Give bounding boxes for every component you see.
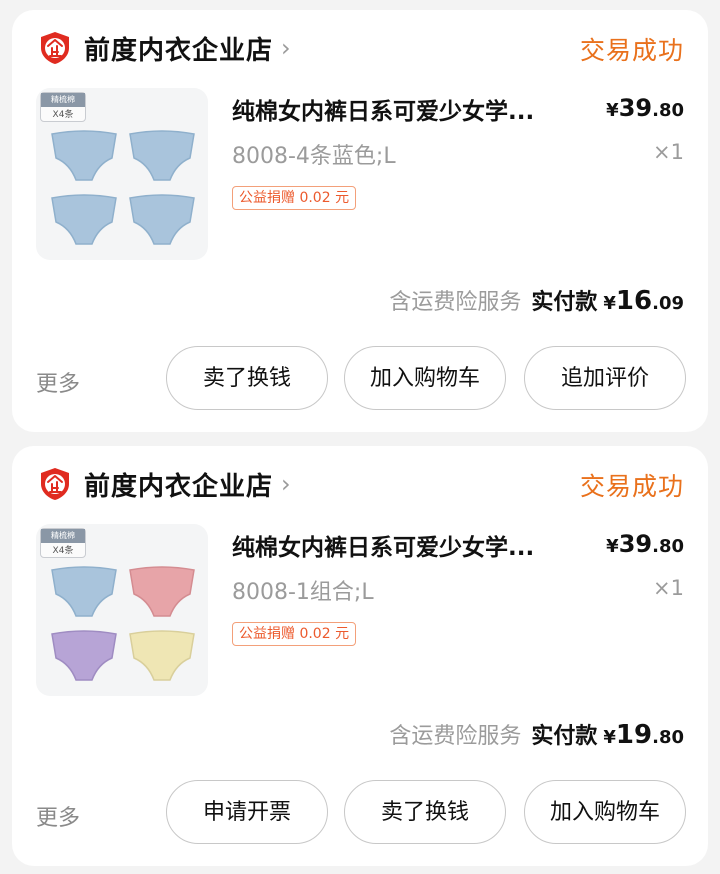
- product-title[interactable]: 纯棉女内裤日系可爱少女学...: [232, 92, 598, 126]
- garment-graphic: [129, 630, 195, 681]
- paid-label: 实付款: [531, 290, 598, 315]
- order-status: 交易成功: [579, 36, 684, 65]
- add-review-button[interactable]: 追加评价: [524, 346, 686, 410]
- service-note: 含运费险服务: [389, 724, 522, 749]
- paid-label: 实付款: [531, 724, 598, 749]
- request-invoice-button[interactable]: 申请开票: [166, 780, 328, 844]
- garment-graphic: [129, 566, 195, 617]
- add-to-cart-button[interactable]: 加入购物车: [524, 780, 686, 844]
- order-card: 前度内衣企业店 › 交易成功 精梳棉 X4条 纯棉女内裤日系可爱少女学... ¥…: [12, 10, 708, 432]
- more-link[interactable]: 更多: [36, 800, 80, 832]
- chevron-right-icon: ›: [281, 470, 291, 498]
- garment-graphic: [129, 130, 195, 181]
- sku-spec: 8008-4条蓝色;L: [232, 144, 396, 169]
- charity-tag: 公益捐赠 0.02 元: [232, 622, 357, 646]
- price-decimal: .80: [652, 536, 684, 557]
- shop-name: 前度内衣企业店: [84, 35, 274, 66]
- price-symbol: ¥: [606, 536, 619, 557]
- payment-summary: 含运费险服务 实付款 ¥19.80: [389, 718, 684, 750]
- image-tag: 精梳棉 X4条: [40, 528, 86, 558]
- price-integer: 39: [618, 94, 653, 122]
- shop-header[interactable]: 前度内衣企业店 ›: [38, 28, 291, 68]
- order-card: 前度内衣企业店 › 交易成功 精梳棉 X4条 纯棉女内裤日系可爱少女学... ¥…: [12, 446, 708, 866]
- unit-price: ¥39.80: [606, 94, 684, 122]
- paid-decimal: .09: [652, 293, 684, 314]
- add-to-cart-button[interactable]: 加入购物车: [344, 346, 506, 410]
- shop-name: 前度内衣企业店: [84, 471, 274, 502]
- shop-header[interactable]: 前度内衣企业店 ›: [38, 464, 291, 504]
- image-tag-bottom: X4条: [52, 110, 74, 120]
- image-tag-bottom: X4条: [52, 546, 74, 556]
- garment-graphic: [51, 194, 117, 245]
- price-integer: 39: [618, 530, 653, 558]
- sell-for-cash-button[interactable]: 卖了换钱: [166, 346, 328, 410]
- paid-symbol: ¥: [603, 727, 616, 748]
- garment-graphic: [51, 630, 117, 681]
- garment-graphic: [129, 194, 195, 245]
- enterprise-shield-icon: [38, 31, 72, 65]
- sku-spec: 8008-1组合;L: [232, 580, 374, 605]
- charity-tag: 公益捐赠 0.02 元: [232, 186, 357, 210]
- product-image[interactable]: 精梳棉 X4条: [36, 524, 208, 696]
- paid-amount: ¥19.80: [603, 720, 684, 750]
- garment-graphic: [51, 566, 117, 617]
- price-symbol: ¥: [606, 100, 619, 121]
- garment-graphic: [51, 130, 117, 181]
- image-tag: 精梳棉 X4条: [40, 92, 86, 122]
- payment-summary: 含运费险服务 实付款 ¥16.09: [389, 284, 684, 316]
- product-image[interactable]: 精梳棉 X4条: [36, 88, 208, 260]
- sell-for-cash-button[interactable]: 卖了换钱: [344, 780, 506, 844]
- order-status: 交易成功: [579, 472, 684, 501]
- unit-price: ¥39.80: [606, 530, 684, 558]
- quantity: ×1: [653, 576, 684, 600]
- paid-integer: 16: [615, 286, 653, 316]
- paid-integer: 19: [615, 720, 653, 750]
- service-note: 含运费险服务: [389, 290, 522, 315]
- chevron-right-icon: ›: [281, 34, 291, 62]
- paid-amount: ¥16.09: [603, 286, 684, 316]
- paid-decimal: .80: [652, 727, 684, 748]
- image-tag-top: 精梳棉: [41, 93, 85, 107]
- price-decimal: .80: [652, 100, 684, 121]
- enterprise-shield-icon: [38, 467, 72, 501]
- quantity: ×1: [653, 140, 684, 164]
- image-tag-top: 精梳棉: [41, 529, 85, 543]
- more-link[interactable]: 更多: [36, 366, 80, 398]
- product-title[interactable]: 纯棉女内裤日系可爱少女学...: [232, 528, 598, 562]
- paid-symbol: ¥: [603, 293, 616, 314]
